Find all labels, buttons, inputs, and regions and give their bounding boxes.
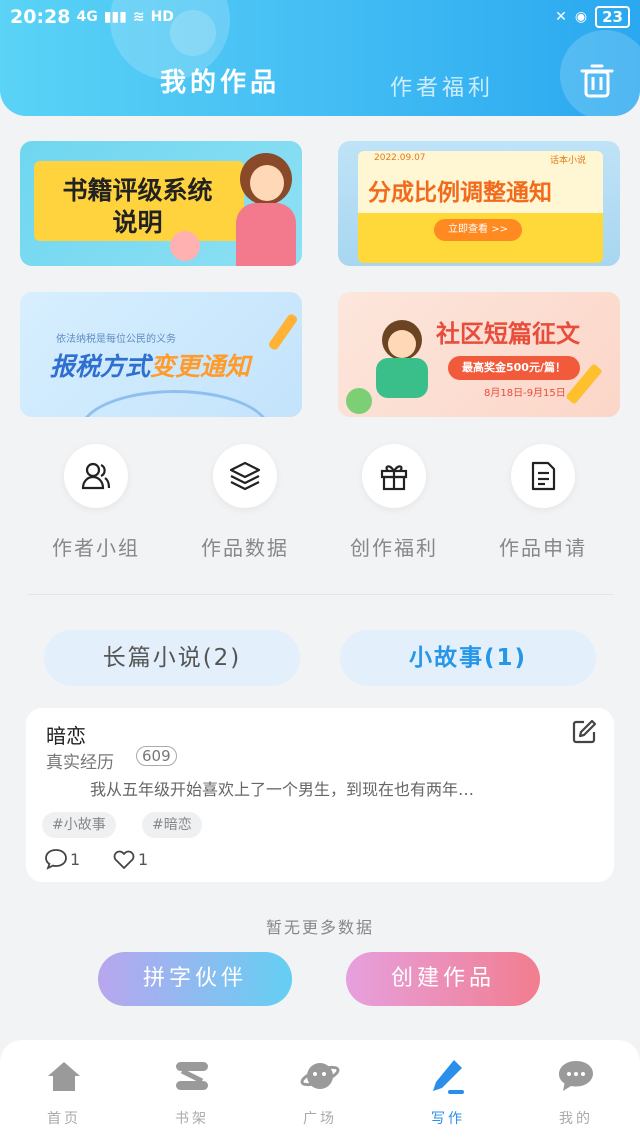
quick-action-work-data[interactable]: 作品数据	[170, 444, 320, 561]
quick-action-label: 作者小组	[52, 536, 140, 560]
boy-body	[376, 358, 428, 398]
trash-icon[interactable]	[578, 62, 616, 100]
nav-label: 书架	[175, 1111, 209, 1127]
contest-dates: 8月18日-9月15日	[484, 388, 566, 399]
banner-revenue-share[interactable]: 2022.09.07 话本小说 分成比例调整通知 立即查看 >>	[338, 141, 620, 266]
word-count-badge: 609	[136, 746, 177, 766]
wifi-icon: ≋	[132, 9, 145, 25]
tab-long-novels[interactable]: 长篇小说(2)	[44, 630, 300, 686]
signal-bars-icon: ▮▮▮	[103, 9, 127, 25]
bookshelf-icon	[176, 1062, 208, 1090]
quick-action-circle	[64, 444, 128, 508]
mute-icon: ✕	[555, 9, 567, 25]
planet-icon	[300, 1063, 340, 1089]
tag-chip[interactable]: #暗恋	[142, 812, 202, 838]
banner-title-line1: 书籍评级系统	[62, 176, 213, 205]
tag-chip[interactable]: #小故事	[42, 812, 116, 838]
like-count: 1	[138, 849, 149, 869]
comment-count: 1	[70, 849, 81, 869]
flask-illustration	[170, 231, 200, 261]
tab-short-stories[interactable]: 小故事(1)	[340, 630, 596, 686]
banner-rating-system[interactable]: 书籍评级系统 说明	[20, 141, 302, 266]
signal-icon: 4G	[76, 9, 98, 25]
quick-action-creation-benefits[interactable]: 创作福利	[319, 444, 469, 561]
document-icon	[531, 461, 556, 491]
lock-icon: ◉	[574, 9, 588, 25]
pen-icon	[433, 1060, 464, 1094]
nav-item-write[interactable]: 写作	[384, 1056, 512, 1128]
writing-partner-button[interactable]: 拼字伙伴	[98, 952, 292, 1006]
layers-icon	[229, 461, 261, 491]
nav-label: 我的	[559, 1111, 593, 1127]
quick-action-circle	[213, 444, 277, 508]
like-stat[interactable]: 1	[112, 848, 148, 870]
banner-title-line2: 说明	[112, 208, 163, 237]
banner-title-part2: 变更通知	[150, 352, 251, 381]
prize-badge: 最高奖金500元/篇！	[448, 356, 580, 380]
boy-face	[388, 330, 416, 358]
battery-icon: 23	[595, 6, 630, 28]
nav-label: 首页	[47, 1111, 81, 1127]
banner-subtitle: 依法纳税是每位公民的义务	[56, 334, 176, 345]
comment-icon	[45, 849, 67, 870]
dial-illustration	[80, 390, 270, 417]
edit-icon[interactable]	[570, 718, 598, 746]
status-time: 20:28	[10, 6, 71, 28]
nav-label: 广场	[303, 1111, 337, 1127]
nav-item-me[interactable]: 我的	[512, 1056, 640, 1128]
leaf-illustration	[346, 388, 372, 414]
work-title: 暗恋	[46, 724, 86, 748]
nav-item-home[interactable]: 首页	[0, 1056, 128, 1128]
banner-title: 分成比例调整通知	[368, 180, 552, 206]
banner-tax-notice[interactable]: 依法纳税是每位公民的义务 报税方式变更通知	[20, 292, 302, 417]
tab-my-works[interactable]: 我的作品	[160, 62, 280, 99]
work-card[interactable]: 暗恋 真实经历 609 我从五年级开始喜欢上了一个男生，到现在也有两年… #小故…	[26, 708, 614, 882]
nav-item-plaza[interactable]: 广场	[256, 1056, 384, 1128]
banner-date: 2022.09.07	[374, 153, 426, 163]
girl-body	[236, 203, 296, 266]
quick-action-work-application[interactable]: 作品申请	[468, 444, 618, 561]
hd-icon: HD	[150, 9, 174, 25]
banner-title: 社区短篇征文	[436, 320, 580, 348]
pen-illustration	[267, 312, 299, 352]
users-icon	[81, 462, 111, 490]
home-icon	[48, 1062, 80, 1091]
quick-action-circle	[511, 444, 575, 508]
quick-action-author-group[interactable]: 作者小组	[21, 444, 171, 561]
girl-face	[250, 165, 284, 201]
quick-action-label: 创作福利	[350, 536, 438, 560]
view-now-button[interactable]: 立即查看 >>	[434, 219, 522, 241]
create-work-button[interactable]: 创建作品	[346, 952, 540, 1006]
quick-action-label: 作品数据	[201, 536, 289, 560]
tab-author-benefits[interactable]: 作者福利	[390, 70, 494, 102]
bottom-nav: 首页 书架 广场 写作 我的	[0, 1040, 640, 1138]
quick-action-label: 作品申请	[499, 536, 587, 560]
comment-stat[interactable]: 1	[44, 848, 80, 870]
banner-title: 报税方式变更通知	[50, 347, 250, 383]
nav-item-bookshelf[interactable]: 书架	[128, 1056, 256, 1128]
work-excerpt: 我从五年级开始喜欢上了一个男生，到现在也有两年…	[90, 780, 475, 799]
banner-title-part1: 报税方式	[50, 352, 151, 381]
quick-action-circle	[362, 444, 426, 508]
no-more-data-text: 暂无更多数据	[265, 918, 374, 937]
chat-icon	[559, 1061, 593, 1091]
heart-icon	[113, 850, 135, 869]
gift-icon	[380, 465, 408, 491]
divider	[28, 594, 614, 595]
work-genre: 真实经历	[46, 753, 114, 773]
banner-short-story-contest[interactable]: 社区短篇征文 最高奖金500元/篇！ 8月18日-9月15日	[338, 292, 620, 417]
status-bar: 20:28 4G ▮▮▮ ≋ HD ✕ ◉ 23	[0, 0, 640, 34]
nav-label: 写作	[431, 1111, 465, 1127]
banner-brand: 话本小说	[550, 156, 587, 166]
